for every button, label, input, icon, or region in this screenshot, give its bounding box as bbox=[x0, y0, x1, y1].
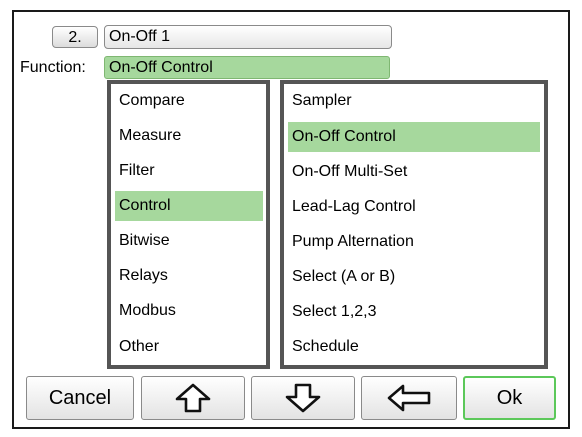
cancel-button[interactable]: Cancel bbox=[26, 376, 134, 420]
item-number-field[interactable]: 2. bbox=[52, 26, 98, 48]
function-item-lead-lag-control[interactable]: Lead-Lag Control bbox=[288, 192, 540, 222]
category-item-control[interactable]: Control bbox=[115, 191, 263, 221]
function-item-on-off-control[interactable]: On-Off Control bbox=[288, 122, 540, 152]
category-item-bitwise[interactable]: Bitwise bbox=[115, 226, 263, 256]
category-item-filter[interactable]: Filter bbox=[115, 156, 263, 186]
back-button[interactable] bbox=[361, 376, 457, 420]
function-item-on-off-multi-set[interactable]: On-Off Multi-Set bbox=[288, 157, 540, 187]
function-item-schedule[interactable]: Schedule bbox=[288, 332, 540, 362]
function-list: Sampler On-Off Control On-Off Multi-Set … bbox=[280, 80, 548, 369]
function-item-select-a-or-b[interactable]: Select (A or B) bbox=[288, 262, 540, 292]
move-up-button[interactable] bbox=[141, 376, 245, 420]
category-item-relays[interactable]: Relays bbox=[115, 261, 263, 291]
arrow-left-icon bbox=[387, 384, 431, 412]
category-item-measure[interactable]: Measure bbox=[115, 121, 263, 151]
function-label: Function: bbox=[20, 59, 86, 76]
category-list: Compare Measure Filter Control Bitwise R… bbox=[107, 80, 270, 369]
function-item-sampler[interactable]: Sampler bbox=[288, 86, 540, 116]
ok-button[interactable]: Ok bbox=[463, 376, 556, 420]
item-name-field[interactable]: On-Off 1 bbox=[104, 25, 392, 49]
category-item-compare[interactable]: Compare bbox=[115, 86, 263, 116]
arrow-up-icon bbox=[175, 383, 211, 413]
function-item-pump-alternation[interactable]: Pump Alternation bbox=[288, 227, 540, 257]
move-down-button[interactable] bbox=[251, 376, 355, 420]
arrow-down-icon bbox=[285, 383, 321, 413]
function-item-select-1-2-3[interactable]: Select 1,2,3 bbox=[288, 297, 540, 327]
category-item-other[interactable]: Other bbox=[115, 332, 263, 362]
function-value-field[interactable]: On-Off Control bbox=[104, 56, 390, 79]
category-item-modbus[interactable]: Modbus bbox=[115, 296, 263, 326]
